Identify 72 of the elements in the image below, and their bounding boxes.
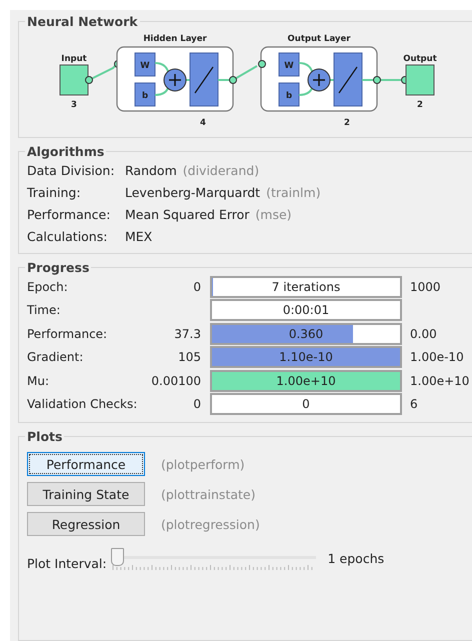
end-value: 6: [410, 397, 418, 412]
layer-size: 2: [344, 118, 350, 128]
field-label: Mu:: [27, 374, 50, 388]
field-label: Performance:: [27, 206, 112, 222]
connector-line: [154, 62, 191, 96]
function-name: (dividerand): [182, 162, 260, 178]
field-label: Training:: [27, 184, 82, 200]
transfer-function-icon: [334, 52, 362, 106]
field-label: Epoch:: [27, 280, 69, 294]
weight-node: [134, 52, 156, 76]
section-title: Neural Network: [26, 14, 139, 29]
slider-reading: 1 epochs: [328, 551, 384, 566]
section-title: Algorithms: [26, 144, 106, 159]
field-value: Mean Squared Error: [125, 206, 250, 222]
function-name: (mse): [255, 206, 292, 222]
end-value: 1000: [410, 280, 441, 294]
input-size: 3: [71, 100, 77, 110]
section-title: Progress: [26, 260, 90, 275]
bias-node: [134, 82, 156, 106]
layer-size: 4: [200, 118, 206, 128]
function-name: (trainlm): [266, 184, 321, 200]
plot-button[interactable]: Training State: [27, 482, 145, 506]
weight-label: W: [140, 61, 150, 71]
start-value: 0: [192, 397, 201, 412]
start-value: 37.3: [173, 326, 201, 341]
section-title: Plots: [26, 429, 64, 444]
bias-label: b: [142, 91, 148, 101]
function-name: (plottrainstate): [161, 486, 256, 502]
slider-thumb[interactable]: [110, 548, 124, 566]
plot-button[interactable]: Regression: [27, 512, 145, 536]
progress-value: 0: [301, 396, 311, 414]
connector-arrow: [218, 60, 266, 84]
input-label: Input: [61, 54, 87, 64]
field-label: Gradient:: [27, 350, 84, 364]
connector-line: [298, 62, 335, 96]
interval-slider[interactable]: [110, 548, 316, 570]
field-label: Data Division:: [27, 162, 116, 178]
field-label: Validation Checks:: [27, 397, 137, 412]
progress-value: 0.360: [288, 326, 324, 343]
output-label: Output: [403, 54, 437, 64]
field-value: Levenberg-Marquardt: [125, 184, 260, 200]
sum-node-icon: [164, 68, 186, 92]
output-node: [406, 64, 434, 96]
transfer-function-icon: [190, 52, 218, 106]
progress-value: 0:00:01: [282, 302, 330, 320]
end-value: 0.00: [410, 326, 437, 341]
sum-node-icon: [308, 68, 330, 92]
output-size: 2: [417, 100, 423, 110]
field-label: Performance:: [27, 326, 108, 341]
field-label: Calculations:: [27, 228, 108, 244]
function-name: (plotregression): [161, 516, 260, 532]
slider-label: Plot Interval:: [27, 556, 107, 571]
field-label: Time:: [27, 303, 62, 318]
bias-node: [278, 82, 300, 106]
plot-button[interactable]: Performance: [27, 452, 145, 476]
progress-value: 1.00e+10: [275, 372, 337, 390]
start-value: 0.00100: [150, 374, 201, 388]
end-value: 1.00e+10: [410, 374, 470, 388]
progress-value: 7 iterations: [270, 278, 342, 296]
field-value: MEX: [125, 228, 152, 244]
function-name: (plotperform): [161, 456, 245, 472]
input-node: [60, 64, 88, 96]
start-value: 0: [192, 280, 201, 294]
bias-label: b: [286, 91, 292, 101]
start-value: 105: [177, 350, 201, 364]
layer-title: Output Layer: [288, 34, 350, 44]
weight-node: [278, 52, 300, 76]
end-value: 1.00e-10: [410, 350, 464, 364]
layer-title: Hidden Layer: [143, 34, 207, 44]
progress-value: 1.10e-10: [278, 349, 334, 366]
field-value: Random: [125, 162, 177, 178]
weight-label: W: [284, 61, 294, 71]
